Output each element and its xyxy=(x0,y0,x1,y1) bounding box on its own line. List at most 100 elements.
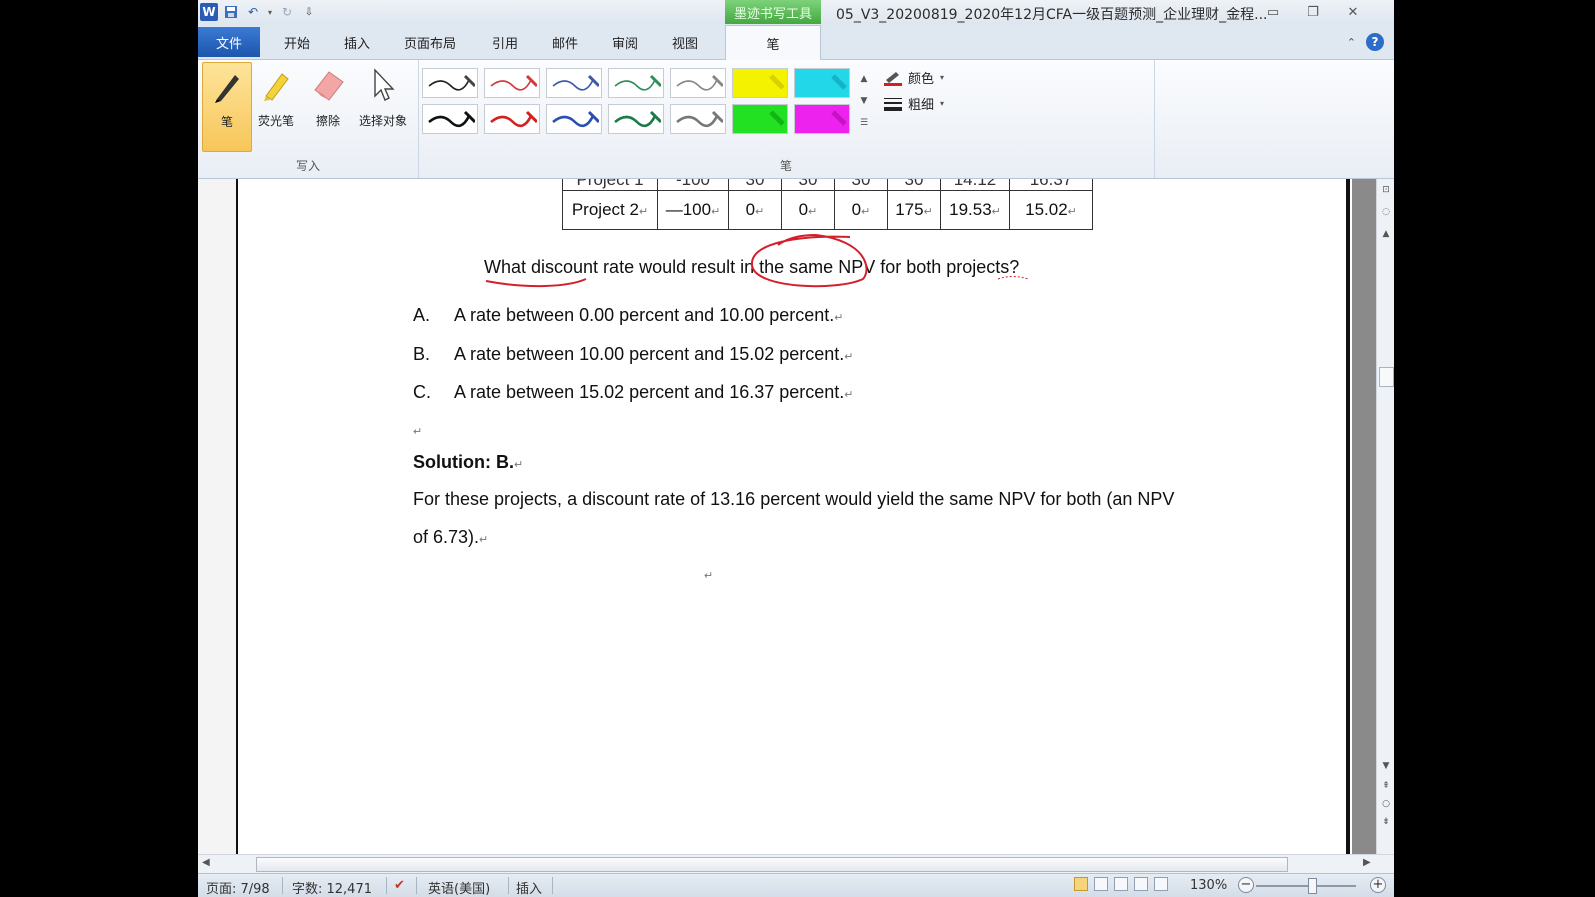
document-page[interactable]: Project 1 -100 30 30 30 30 14.12 16.37 P… xyxy=(238,179,1352,854)
option-letter: C. xyxy=(413,382,431,402)
view-buttons xyxy=(1074,877,1168,891)
tab-view[interactable]: 视图 xyxy=(672,33,698,52)
help-icon[interactable]: ? xyxy=(1366,33,1384,51)
ink-color-button[interactable]: 颜色 ▾ xyxy=(884,68,944,87)
scroll-up-icon[interactable]: ▲ xyxy=(1377,229,1394,239)
minimize-icon[interactable]: ▭ xyxy=(1260,2,1286,22)
print-layout-view-icon[interactable] xyxy=(1074,877,1088,891)
cell-text: 175 xyxy=(895,200,924,219)
scroll-left-icon[interactable]: ◀ xyxy=(202,857,210,868)
highlighter-swatch-green[interactable] xyxy=(732,104,788,134)
select-objects-button[interactable]: 选择对象 xyxy=(352,62,414,150)
proofing-icon[interactable]: ✔ xyxy=(394,878,405,893)
cell-end-mark: ↵ xyxy=(861,206,871,218)
pen-swatch[interactable] xyxy=(484,68,540,98)
horizontal-scroll-thumb[interactable] xyxy=(256,857,1288,872)
highlighter-swatch-magenta[interactable] xyxy=(794,104,850,134)
restore-icon[interactable]: ❐ xyxy=(1300,2,1326,22)
page-count[interactable]: 页面: 7/98 xyxy=(206,878,270,897)
zoom-slider-track[interactable] xyxy=(1256,885,1356,887)
draft-view-icon[interactable] xyxy=(1154,877,1168,891)
zoom-slider-thumb[interactable] xyxy=(1308,878,1317,894)
customize-qat-icon[interactable]: ⇩ xyxy=(300,3,318,21)
web-layout-view-icon[interactable] xyxy=(1114,877,1128,891)
horizontal-scrollbar[interactable]: ◀ ▶ xyxy=(198,854,1394,873)
tab-references[interactable]: 引用 xyxy=(492,33,518,52)
full-screen-reading-view-icon[interactable] xyxy=(1094,877,1108,891)
pen-swatch[interactable] xyxy=(546,68,602,98)
word-count[interactable]: 字数: 12,471 xyxy=(292,878,372,897)
tab-page-layout[interactable]: 页面布局 xyxy=(404,33,456,52)
pen-swatch[interactable] xyxy=(484,104,540,134)
divider xyxy=(282,877,283,894)
highlighter-swatch-cyan[interactable] xyxy=(794,68,850,98)
next-page-icon[interactable]: ⇟ xyxy=(1377,817,1394,827)
tab-insert[interactable]: 插入 xyxy=(344,33,370,52)
paragraph-mark: ↵ xyxy=(844,389,854,401)
tab-file[interactable]: 文件 xyxy=(198,27,260,57)
tab-home[interactable]: 开始 xyxy=(284,33,310,52)
ruler-toggle-icon[interactable]: ⊡ xyxy=(1377,185,1394,195)
outline-view-icon[interactable] xyxy=(1134,877,1148,891)
cell-text: Project 2 xyxy=(571,200,639,219)
gallery-down-icon[interactable]: ▼ xyxy=(861,96,868,106)
insert-mode-indicator[interactable]: 插入 xyxy=(516,878,542,897)
gallery-up-icon[interactable]: ▲ xyxy=(861,74,868,84)
group-write-label: 写入 xyxy=(295,159,320,173)
ink-weight-button[interactable]: 粗细 ▾ xyxy=(884,94,944,113)
tab-pen[interactable]: 笔 xyxy=(725,25,821,60)
cell-text: 0 xyxy=(798,200,809,219)
status-bar: 页面: 7/98 字数: 12,471 ✔ 英语(美国) 插入 130% − + xyxy=(198,873,1394,897)
close-icon[interactable]: ✕ xyxy=(1340,2,1366,22)
divider xyxy=(416,877,417,894)
zoom-out-button[interactable]: − xyxy=(1238,877,1254,893)
pen-swatch[interactable] xyxy=(608,68,664,98)
paragraph-mark: ↵ xyxy=(834,312,844,324)
gallery-more-icon[interactable]: ☰ xyxy=(860,118,868,128)
select-browse-object-icon[interactable]: ○ xyxy=(1377,799,1394,809)
question-part: f xyxy=(875,257,886,277)
option-c: C. A rate between 15.02 percent and 16.37… xyxy=(413,382,854,403)
cell-end-mark: ↵ xyxy=(1067,206,1077,218)
gallery-scroll: ▲ ▼ ☰ xyxy=(858,68,870,134)
zoom-level[interactable]: 130% xyxy=(1190,878,1227,893)
undo-icon[interactable]: ↶ xyxy=(244,3,262,21)
highlighter-tool-button[interactable]: 荧光笔 xyxy=(252,62,300,150)
eraser-tool-button[interactable]: 擦除 xyxy=(304,62,352,150)
pen-swatch[interactable] xyxy=(422,68,478,98)
pen-gallery xyxy=(422,68,850,134)
undo-dropdown-icon[interactable]: ▾ xyxy=(266,3,274,21)
option-text: A rate between 10.00 percent and 15.02 p… xyxy=(454,344,845,364)
redo-icon[interactable]: ↻ xyxy=(278,3,296,21)
ink-tool-icon[interactable]: ◌ xyxy=(1377,207,1394,217)
pen-tool-button[interactable]: 笔 xyxy=(202,62,252,152)
option-letter: A. xyxy=(413,305,431,325)
pen-swatch[interactable] xyxy=(670,104,726,134)
highlighter-swatch-yellow[interactable] xyxy=(732,68,788,98)
pen-swatch[interactable] xyxy=(422,104,478,134)
cell-text: 0 xyxy=(851,200,862,219)
document-area: Project 1 -100 30 30 30 30 14.12 16.37 P… xyxy=(198,179,1394,854)
question-text: What discount rate would result in the s… xyxy=(484,257,1019,278)
vertical-scrollbar[interactable]: ⊡ ◌ ▲ ▼ ⇞ ○ ⇟ xyxy=(1376,179,1394,854)
previous-page-icon[interactable]: ⇞ xyxy=(1377,781,1394,791)
vertical-scroll-thumb[interactable] xyxy=(1379,367,1394,387)
tab-review[interactable]: 审阅 xyxy=(612,33,638,52)
group-write: 笔 荧光笔 擦除 选择对象 写入 xyxy=(198,60,419,178)
paragraph-mark: ↵ xyxy=(513,459,524,471)
scroll-down-icon[interactable]: ▼ xyxy=(1377,761,1394,771)
pen-swatch[interactable] xyxy=(608,104,664,134)
save-icon[interactable] xyxy=(222,3,240,21)
word-app-icon[interactable]: W xyxy=(200,3,218,21)
pen-swatch[interactable] xyxy=(670,68,726,98)
paragraph-mark: ↵ xyxy=(704,570,714,582)
zoom-in-button[interactable]: + xyxy=(1370,877,1386,893)
chevron-down-icon: ▾ xyxy=(940,73,945,82)
collapse-ribbon-icon[interactable]: ⌃ xyxy=(1347,36,1356,49)
divider xyxy=(508,877,509,894)
solution-text: Solution: B. xyxy=(413,452,514,472)
scroll-right-icon[interactable]: ▶ xyxy=(1363,857,1371,868)
language-indicator[interactable]: 英语(美国) xyxy=(428,878,490,897)
tab-mailings[interactable]: 邮件 xyxy=(552,33,578,52)
pen-swatch[interactable] xyxy=(546,104,602,134)
